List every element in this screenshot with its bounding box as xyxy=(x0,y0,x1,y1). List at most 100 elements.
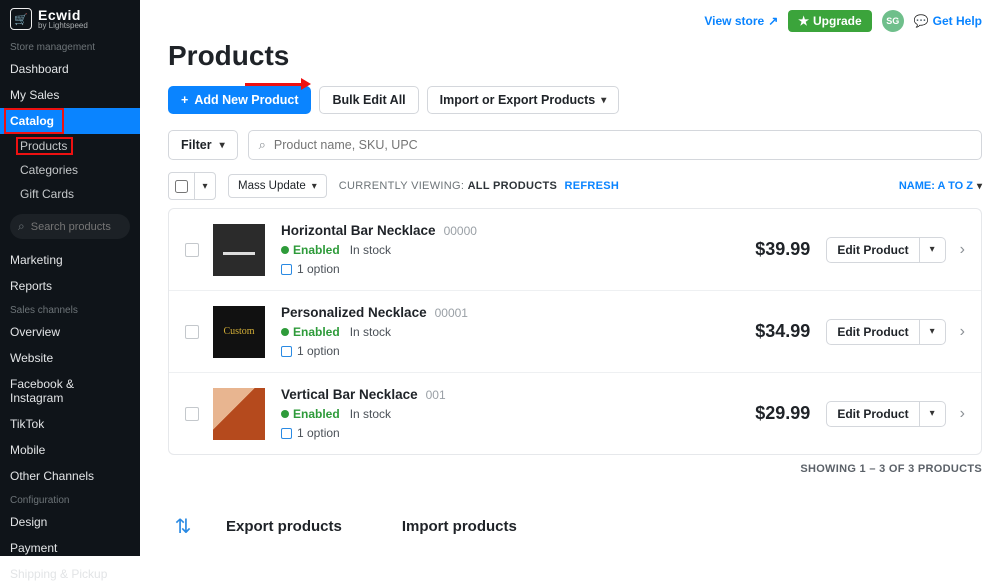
product-row[interactable]: Vertical Bar Necklace 001 Enabled In sto… xyxy=(169,373,981,454)
product-image[interactable]: Custom xyxy=(213,306,265,358)
search-row: Filter▾ ⌕ xyxy=(168,130,982,160)
sidebar-search[interactable]: ⌕ xyxy=(10,214,130,239)
chevron-down-icon: ▾ xyxy=(312,181,317,192)
sidebar-item-other-channels[interactable]: Other Channels xyxy=(0,463,140,489)
product-image[interactable] xyxy=(213,388,265,440)
plus-icon: + xyxy=(181,93,188,107)
bulk-edit-all-button[interactable]: Bulk Edit All xyxy=(319,86,418,114)
view-store-link[interactable]: View store ↗ xyxy=(704,14,778,28)
sidebar-item-my-sales[interactable]: My Sales xyxy=(0,82,140,108)
product-sku: 001 xyxy=(426,388,446,402)
edit-product-dropdown[interactable]: ▾ xyxy=(920,237,946,263)
product-name: Vertical Bar Necklace xyxy=(281,387,418,402)
sidebar: 🛒 Ecwid by Lightspeed Store management D… xyxy=(0,0,140,556)
select-all-checkbox[interactable] xyxy=(169,173,195,199)
product-search-input[interactable] xyxy=(274,131,971,159)
product-checkbox[interactable] xyxy=(185,407,199,421)
product-sku: 00001 xyxy=(435,306,468,320)
chevron-down-icon: ▾ xyxy=(220,140,225,151)
sidebar-item-dashboard[interactable]: Dashboard xyxy=(0,56,140,82)
chat-icon: 💬 xyxy=(914,14,929,28)
sidebar-item-payment[interactable]: Payment xyxy=(0,535,140,561)
product-options[interactable]: 1 option xyxy=(281,426,446,440)
toolbar: +Add New Product Bulk Edit All Import or… xyxy=(168,86,982,114)
sidebar-item-shipping-pickup[interactable]: Shipping & Pickup xyxy=(0,561,140,587)
search-icon: ⌕ xyxy=(18,219,25,234)
brand-logo[interactable]: 🛒 Ecwid by Lightspeed xyxy=(0,0,140,36)
select-all-group: ▾ xyxy=(168,172,216,200)
brand-name: Ecwid xyxy=(38,8,88,22)
search-icon: ⌕ xyxy=(259,137,266,153)
main-content: View store ↗ ★Upgrade SG 💬Get Help Produ… xyxy=(140,0,1000,556)
export-products-section[interactable]: ⇅ Export products xyxy=(168,511,342,541)
sidebar-item-reports[interactable]: Reports xyxy=(0,273,140,299)
add-new-product-button[interactable]: +Add New Product xyxy=(168,86,311,114)
product-row[interactable]: Horizontal Bar Necklace 00000 Enabled In… xyxy=(169,209,981,291)
sidebar-sub-categories[interactable]: Categories xyxy=(0,158,140,182)
stock-label: In stock xyxy=(350,407,391,421)
edit-product-group: Edit Product ▾ xyxy=(826,237,945,263)
chevron-down-icon: ▾ xyxy=(977,181,982,192)
sidebar-item-mobile[interactable]: Mobile xyxy=(0,437,140,463)
bulk-bar: ▾ Mass Update▾ CURRENTLY VIEWING: ALL PR… xyxy=(168,172,982,200)
upgrade-button[interactable]: ★Upgrade xyxy=(788,10,871,32)
chevron-down-icon: ▾ xyxy=(202,181,207,192)
sidebar-search-input[interactable] xyxy=(31,221,122,233)
sidebar-sub-gift-cards[interactable]: Gift Cards xyxy=(0,182,140,206)
product-name: Personalized Necklace xyxy=(281,305,427,320)
user-avatar[interactable]: SG xyxy=(882,10,904,32)
row-expand[interactable]: › xyxy=(960,323,965,341)
brand-sub: by Lightspeed xyxy=(38,22,88,30)
edit-product-button[interactable]: Edit Product xyxy=(826,401,919,427)
chevron-down-icon: ▾ xyxy=(930,408,935,419)
product-checkbox[interactable] xyxy=(185,243,199,257)
product-price: $29.99 xyxy=(755,403,810,424)
section-sales-channels: Sales channels xyxy=(0,299,140,319)
product-price: $34.99 xyxy=(755,321,810,342)
sidebar-item-website[interactable]: Website xyxy=(0,345,140,371)
product-image[interactable] xyxy=(213,224,265,276)
edit-product-group: Edit Product ▾ xyxy=(826,319,945,345)
options-icon xyxy=(281,346,292,357)
external-link-icon: ↗ xyxy=(768,14,778,28)
row-expand[interactable]: › xyxy=(960,405,965,423)
edit-product-dropdown[interactable]: ▾ xyxy=(920,319,946,345)
edit-product-button[interactable]: Edit Product xyxy=(826,319,919,345)
options-icon xyxy=(281,264,292,275)
chevron-down-icon: ▾ xyxy=(930,326,935,337)
edit-product-button[interactable]: Edit Product xyxy=(826,237,919,263)
product-price: $39.99 xyxy=(755,239,810,260)
filter-button[interactable]: Filter▾ xyxy=(168,130,238,160)
options-icon xyxy=(281,428,292,439)
mass-update-button[interactable]: Mass Update▾ xyxy=(228,174,327,198)
sidebar-item-design[interactable]: Design xyxy=(0,509,140,535)
sidebar-item-overview[interactable]: Overview xyxy=(0,319,140,345)
status-enabled: Enabled xyxy=(281,407,340,421)
edit-product-dropdown[interactable]: ▾ xyxy=(920,401,946,427)
chevron-down-icon: ▾ xyxy=(930,244,935,255)
import-export-button[interactable]: Import or Export Products▾ xyxy=(427,86,620,114)
select-all-dropdown[interactable]: ▾ xyxy=(195,173,215,199)
row-expand[interactable]: › xyxy=(960,241,965,259)
product-info: Horizontal Bar Necklace 00000 Enabled In… xyxy=(281,223,477,276)
sidebar-sub-products[interactable]: Products xyxy=(0,134,140,158)
product-checkbox[interactable] xyxy=(185,325,199,339)
product-search[interactable]: ⌕ xyxy=(248,130,982,160)
product-info: Vertical Bar Necklace 001 Enabled In sto… xyxy=(281,387,446,440)
sidebar-item-facebook-instagram[interactable]: Facebook & Instagram xyxy=(0,371,140,411)
chevron-down-icon: ▾ xyxy=(601,95,606,106)
sidebar-item-catalog[interactable]: Catalog xyxy=(0,108,140,134)
sidebar-item-marketing[interactable]: Marketing xyxy=(0,247,140,273)
star-icon: ★ xyxy=(798,14,809,28)
refresh-link[interactable]: REFRESH xyxy=(565,180,620,192)
get-help-link[interactable]: 💬Get Help xyxy=(914,14,982,28)
stock-label: In stock xyxy=(350,325,391,339)
section-configuration: Configuration xyxy=(0,489,140,509)
sidebar-item-tiktok[interactable]: TikTok xyxy=(0,411,140,437)
sort-order[interactable]: NAME: A TO Z▾ xyxy=(899,180,982,192)
product-options[interactable]: 1 option xyxy=(281,262,477,276)
product-options[interactable]: 1 option xyxy=(281,344,468,358)
import-products-section[interactable]: Import products xyxy=(402,511,517,541)
product-row[interactable]: Custom Personalized Necklace 00001 Enabl… xyxy=(169,291,981,373)
showing-count: SHOWING 1 – 3 OF 3 PRODUCTS xyxy=(168,463,982,475)
